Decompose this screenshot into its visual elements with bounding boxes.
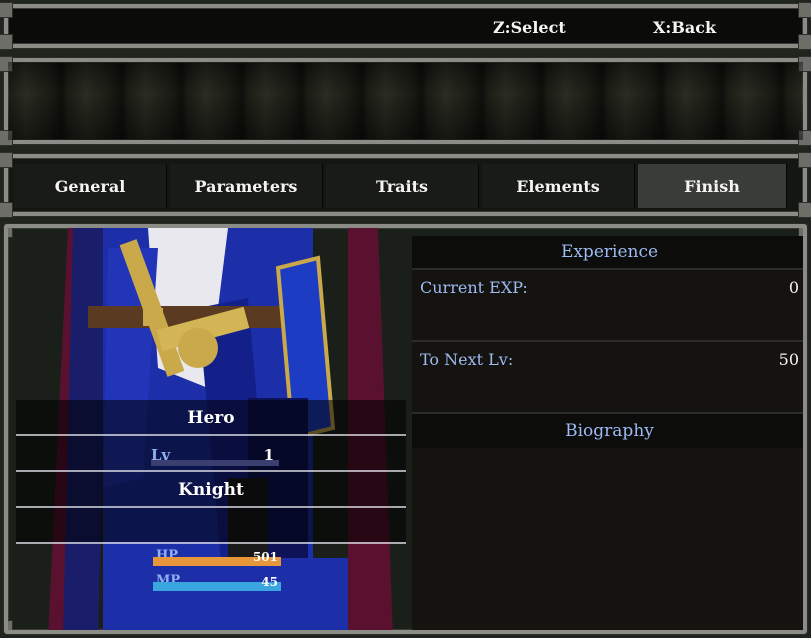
next-level-label: To Next Lv:	[420, 350, 514, 369]
tab-traits[interactable]: Traits	[326, 164, 479, 208]
tab-bar: General Parameters Traits Elements Finis…	[0, 152, 811, 218]
next-level-value: 50	[778, 350, 799, 369]
help-window: Z:Select X:Back	[0, 2, 811, 50]
status-window: Hero Lv 1 Knight HP 501 MP 45 Experience…	[4, 224, 807, 634]
tab-elements[interactable]: Elements	[482, 164, 635, 208]
next-level-row: To Next Lv: 50	[412, 340, 803, 412]
current-exp-row: Current EXP: 0	[412, 268, 803, 340]
tab-general[interactable]: General	[14, 164, 167, 208]
experience-header: Experience	[412, 236, 803, 268]
level-value: 1	[263, 446, 274, 464]
select-hint: Z:Select	[493, 18, 566, 37]
biography-text	[412, 448, 803, 630]
banner-window	[0, 56, 811, 146]
current-exp-value: 0	[788, 278, 799, 297]
hp-value: 501	[252, 550, 278, 564]
tab-finish[interactable]: Finish	[638, 164, 787, 208]
mp-value: 45	[261, 575, 278, 589]
back-hint: X:Back	[653, 18, 717, 37]
tab-parameters[interactable]: Parameters	[170, 164, 323, 208]
biography-header: Biography	[412, 412, 803, 448]
actor-class: Knight	[178, 480, 244, 500]
actor-name: Hero	[187, 408, 235, 428]
current-exp-label: Current EXP:	[420, 278, 528, 297]
